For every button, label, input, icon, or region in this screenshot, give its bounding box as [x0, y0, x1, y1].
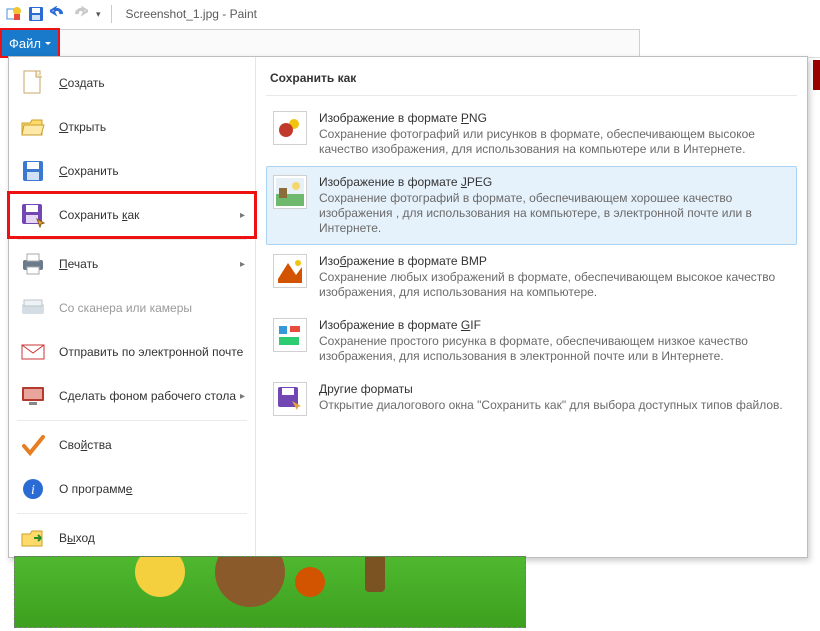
menu-item-save[interactable]: Сохранить [9, 149, 255, 193]
svg-text:i: i [31, 483, 35, 498]
separator [111, 5, 112, 23]
menu-item-label: Открыть [59, 120, 106, 134]
format-title: Изображение в формате PNG [319, 111, 790, 125]
canvas-content [135, 556, 185, 597]
format-title: Изображение в формате JPEG [319, 175, 790, 189]
new-file-icon [19, 69, 47, 97]
menu-item-set-desktop[interactable]: Сделать фоном рабочего стола [9, 374, 255, 418]
menu-item-label: Печать [59, 257, 98, 271]
format-desc: Открытие диалогового окна "Сохранить как… [319, 398, 790, 413]
title-bar: ▾ Screenshot_1.jpg - Paint [0, 0, 820, 29]
gif-icon [273, 318, 307, 352]
open-folder-icon [19, 113, 47, 141]
menu-item-label: Отправить по электронной почте [59, 345, 243, 359]
exit-icon [19, 524, 47, 552]
format-item-png[interactable]: Изображение в формате PNG Сохранение фот… [266, 102, 797, 166]
canvas-edge [813, 60, 820, 90]
file-tab[interactable]: Файл [0, 28, 60, 58]
scanner-icon [19, 294, 47, 322]
format-item-bmp[interactable]: Изображение в формате BMP Сохранение люб… [266, 245, 797, 309]
printer-icon [19, 250, 47, 278]
format-item-other[interactable]: Другие форматы Открытие диалогового окна… [266, 373, 797, 425]
menu-separator [17, 239, 247, 240]
menu-item-send-mail[interactable]: Отправить по электронной почте [9, 330, 255, 374]
canvas-content [215, 556, 285, 607]
menu-item-label: О программе [59, 482, 132, 496]
menu-item-label: Выход [59, 531, 95, 545]
mail-icon [19, 338, 47, 366]
png-icon [273, 111, 307, 145]
menu-item-properties[interactable]: Свойства [9, 423, 255, 467]
undo-icon[interactable] [50, 6, 66, 22]
menu-item-label: Сохранить [59, 164, 119, 178]
submenu-heading: Сохранить как [266, 65, 797, 96]
file-menu-left: Создать Открыть Сохранить Сохранить как [9, 57, 256, 557]
format-title: Изображение в формате BMP [319, 254, 790, 268]
redo-icon[interactable] [72, 6, 88, 22]
format-desc: Сохранение простого рисунка в формате, о… [319, 334, 790, 364]
menu-item-label: Со сканера или камеры [59, 301, 192, 315]
jpeg-icon [273, 175, 307, 209]
qat-dropdown-icon[interactable]: ▾ [96, 9, 101, 20]
format-desc: Сохранение любых изображений в формате, … [319, 270, 790, 300]
check-icon [19, 431, 47, 459]
menu-item-open[interactable]: Открыть [9, 105, 255, 149]
menu-separator [17, 420, 247, 421]
bmp-icon [273, 254, 307, 288]
save-disk-icon [19, 157, 47, 185]
info-icon: i [19, 475, 47, 503]
save-as-submenu: Сохранить как Изображение в формате PNG … [256, 57, 807, 557]
menu-item-scanner: Со сканера или камеры [9, 286, 255, 330]
menu-item-label: Сделать фоном рабочего стола [59, 389, 236, 403]
ribbon-body [60, 29, 640, 57]
other-formats-icon [273, 382, 307, 416]
canvas-content [365, 556, 385, 592]
format-desc: Сохранение фотографий в формате, обеспеч… [319, 191, 790, 236]
app-icon [6, 6, 22, 22]
file-menu-panel: Создать Открыть Сохранить Сохранить как [8, 56, 808, 558]
menu-item-about[interactable]: i О программе [9, 467, 255, 511]
format-item-gif[interactable]: Изображение в формате GIF Сохранение про… [266, 309, 797, 373]
menu-item-save-as[interactable]: Сохранить как [9, 193, 255, 237]
save-icon[interactable] [28, 6, 44, 22]
format-desc: Сохранение фотографий или рисунков в фор… [319, 127, 790, 157]
window-title: Screenshot_1.jpg - Paint [126, 7, 257, 21]
ribbon: Файл [0, 29, 820, 58]
menu-item-create[interactable]: Создать [9, 61, 255, 105]
menu-separator [17, 513, 247, 514]
canvas-content [295, 567, 325, 597]
format-title: Другие форматы [319, 382, 790, 396]
menu-item-exit[interactable]: Выход [9, 516, 255, 560]
file-tab-label: Файл [9, 36, 41, 51]
format-item-jpeg[interactable]: Изображение в формате JPEG Сохранение фо… [266, 166, 797, 245]
menu-item-label: Свойства [59, 438, 112, 452]
canvas-area[interactable] [14, 556, 526, 628]
format-title: Изображение в формате GIF [319, 318, 790, 332]
save-as-icon [19, 201, 47, 229]
desktop-icon [19, 382, 47, 410]
menu-item-label: Сохранить как [59, 208, 139, 222]
menu-item-print[interactable]: Печать [9, 242, 255, 286]
menu-item-label: Создать [59, 76, 105, 90]
